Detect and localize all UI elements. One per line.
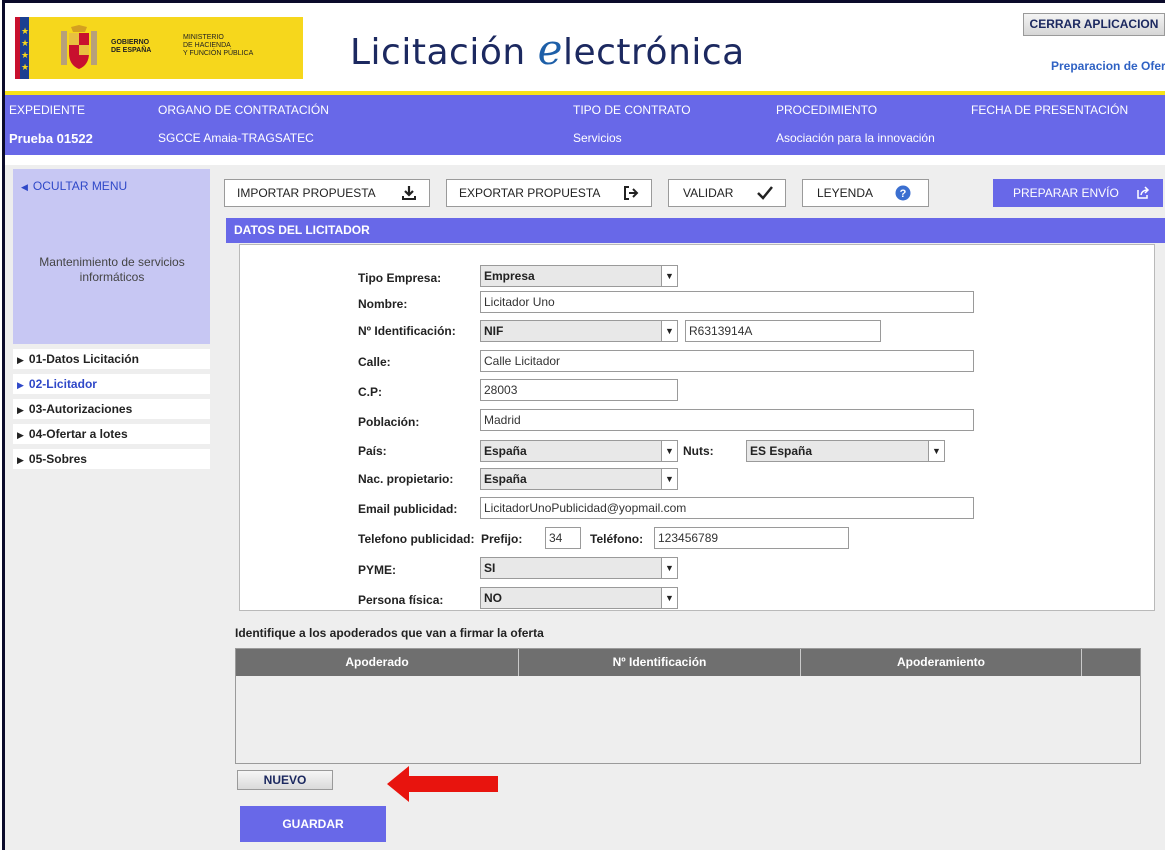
government-logo: ★ ★ ★ ★ GOBIERNO DE ESPAÑA MINISTERIO DE HACI… <box>15 17 303 79</box>
check-icon <box>757 186 773 200</box>
column-actions <box>1082 649 1140 676</box>
ministerio-text: MINISTERIO DE HACIENDA Y FUNCIÓN PÚBLICA <box>183 34 254 57</box>
cp-field[interactable]: 28003 <box>480 379 678 401</box>
app-title: Licitación electrónica <box>350 25 745 74</box>
email-field[interactable]: LicitadorUnoPublicidad@yopmail.com <box>480 497 974 519</box>
chevron-down-icon: ▼ <box>928 441 944 461</box>
pyme-label: PYME: <box>358 563 397 577</box>
caret-right-icon: ▶ <box>17 430 24 440</box>
share-icon <box>1137 186 1150 199</box>
sidebar-item-sobres[interactable]: ▶ 05-Sobres <box>13 449 211 471</box>
nid-label: Nº Identificación: <box>358 324 456 338</box>
caret-right-icon: ▶ <box>17 405 24 415</box>
procedimiento-value: Asociación para la innovación <box>776 131 935 145</box>
poblacion-label: Población: <box>358 415 420 429</box>
main-content: IMPORTAR PROPUESTA EXPORTAR PROPUESTA VA… <box>210 165 1165 850</box>
caret-right-icon: ▶ <box>17 355 24 365</box>
chevron-down-icon: ▼ <box>661 266 677 286</box>
new-apoderado-button[interactable]: NUEVO <box>237 770 333 790</box>
sidebar-header: ◀ OCULTAR MENU Mantenimiento de servicios… <box>13 169 211 344</box>
close-app-button[interactable]: CERRAR APLICACION <box>1023 13 1165 36</box>
nombre-label: Nombre: <box>358 297 408 311</box>
nuts-label: Nuts: <box>683 444 714 458</box>
column-apoderamiento[interactable]: Apoderamiento <box>801 649 1082 676</box>
organo-label: ORGANO DE CONTRATACIÓN <box>158 103 329 117</box>
cp-label: C.P: <box>358 385 382 399</box>
telefono-label: Teléfono: <box>590 532 644 546</box>
calle-field[interactable]: Calle Licitador <box>480 350 974 372</box>
organo-value: SGCCE Amaia-TRAGSATEC <box>158 131 314 145</box>
hide-menu-link[interactable]: ◀ OCULTAR MENU <box>21 179 127 193</box>
chevron-down-icon: ▼ <box>661 469 677 489</box>
column-apoderado[interactable]: Apoderado <box>236 649 519 676</box>
procedimiento-label: PROCEDIMIENTO <box>776 103 878 117</box>
coat-of-arms-icon <box>61 25 97 69</box>
red-arrow-annotation-icon <box>387 766 498 802</box>
e-logo-icon: e <box>537 25 563 74</box>
validate-button[interactable]: VALIDAR <box>668 179 786 207</box>
section-title: DATOS DEL LICITADOR <box>226 218 1165 243</box>
preparacion-oferta-link[interactable]: Preparacion de Ofert <box>1051 59 1165 73</box>
legend-button[interactable]: LEYENDA ? <box>802 179 929 207</box>
app-header: ★ ★ ★ ★ GOBIERNO DE ESPAÑA MINISTERIO DE HACI… <box>5 3 1165 93</box>
pais-select[interactable]: España ▼ <box>480 440 678 462</box>
tipo-empresa-select[interactable]: Empresa ▼ <box>480 265 678 287</box>
sidebar-item-licitador[interactable]: ▶ 02-Licitador <box>13 374 211 396</box>
table-header: Apoderado Nº Identificación Apoderamient… <box>236 649 1140 676</box>
chevron-left-icon: ◀ <box>21 182 28 192</box>
tipo-contrato-label: TIPO DE CONTRATO <box>573 103 691 117</box>
persona-fisica-label: Persona física: <box>358 593 444 607</box>
export-icon <box>624 186 639 200</box>
nac-propietario-select[interactable]: España ▼ <box>480 468 678 490</box>
pais-label: País: <box>358 444 387 458</box>
export-proposal-button[interactable]: EXPORTAR PROPUESTA <box>446 179 652 207</box>
sidebar-item-ofertar-lotes[interactable]: ▶ 04-Ofertar a lotes <box>13 424 211 446</box>
chevron-down-icon: ▼ <box>661 441 677 461</box>
prefijo-label: Prefijo: <box>481 532 523 546</box>
nac-propietario-label: Nac. propietario: <box>358 472 454 486</box>
nombre-field[interactable]: Licitador Uno <box>480 291 974 313</box>
caret-right-icon: ▶ <box>17 455 24 465</box>
expediente-value: Prueba 01522 <box>9 131 93 146</box>
save-button[interactable]: GUARDAR <box>240 806 386 842</box>
apoderados-title: Identifique a los apoderados que van a f… <box>235 626 544 640</box>
help-icon: ? <box>895 185 911 201</box>
email-label: Email publicidad: <box>358 502 458 516</box>
apoderados-table: Apoderado Nº Identificación Apoderamient… <box>235 648 1141 764</box>
prepare-send-button[interactable]: PREPARAR ENVÍO <box>993 179 1163 207</box>
sidebar: ◀ OCULTAR MENU Mantenimiento de servicios… <box>5 165 211 850</box>
chevron-down-icon: ▼ <box>661 558 677 578</box>
poblacion-field[interactable]: Madrid <box>480 409 974 431</box>
telefono-field[interactable]: 123456789 <box>654 527 849 549</box>
gobierno-text: GOBIERNO DE ESPAÑA <box>111 39 152 54</box>
tipo-empresa-label: Tipo Empresa: <box>358 271 442 285</box>
nuts-select[interactable]: ES España ▼ <box>746 440 945 462</box>
column-identificacion[interactable]: Nº Identificación <box>519 649 801 676</box>
prefijo-field[interactable]: 34 <box>545 527 581 549</box>
svg-text:?: ? <box>900 188 907 200</box>
eu-flag-icon: ★ ★ ★ ★ <box>15 17 29 79</box>
licitacion-description: Mantenimiento de servicios informáticos <box>39 255 185 284</box>
nid-type-select[interactable]: NIF ▼ <box>480 320 678 342</box>
nid-field[interactable]: R6313914A <box>685 320 881 342</box>
telefono-publicidad-label: Telefono publicidad: <box>358 532 475 546</box>
sidebar-item-datos-licitacion[interactable]: ▶ 01-Datos Licitación <box>13 349 211 371</box>
pyme-select[interactable]: SI ▼ <box>480 557 678 579</box>
download-icon <box>402 186 416 200</box>
chevron-down-icon: ▼ <box>661 321 677 341</box>
import-proposal-button[interactable]: IMPORTAR PROPUESTA <box>224 179 430 207</box>
persona-fisica-select[interactable]: NO ▼ <box>480 587 678 609</box>
caret-right-icon: ▶ <box>17 380 24 390</box>
expediente-info-bar: EXPEDIENTE Prueba 01522 ORGANO DE CONTRA… <box>5 95 1165 155</box>
tipo-contrato-value: Servicios <box>573 131 622 145</box>
fecha-presentacion-label: FECHA DE PRESENTACIÓN <box>971 103 1129 117</box>
expediente-label: EXPEDIENTE <box>9 103 86 117</box>
calle-label: Calle: <box>358 355 391 369</box>
chevron-down-icon: ▼ <box>661 588 677 608</box>
sidebar-item-autorizaciones[interactable]: ▶ 03-Autorizaciones <box>13 399 211 421</box>
